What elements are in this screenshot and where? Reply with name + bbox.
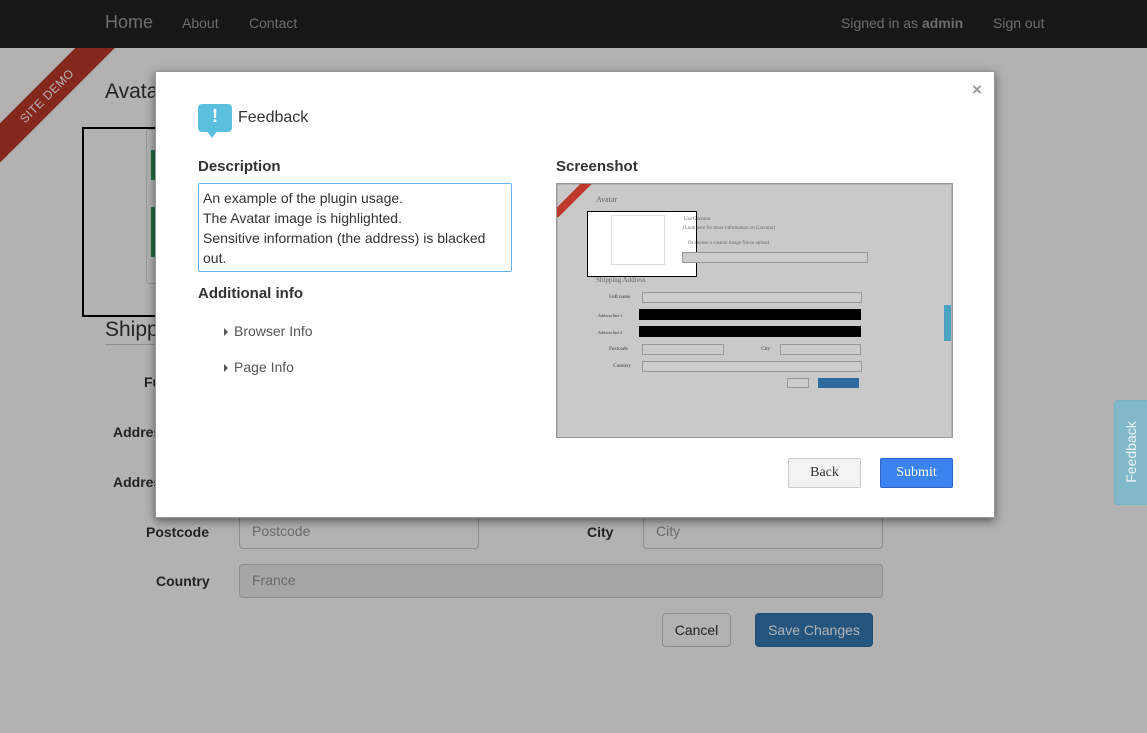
tree-label: Page Info [234, 359, 294, 375]
feedback-modal: × ! Feedback Description An example of t… [155, 71, 995, 518]
preview-full-name-label: Full name [609, 295, 631, 300]
description-line: An example of the plugin usage. [203, 190, 404, 206]
preview-address1-label: Address line 1 [598, 313, 623, 318]
preview-city-field [780, 344, 861, 355]
exclamation-icon: ! [212, 106, 218, 126]
preview-postcode-label: Postcode [609, 347, 628, 352]
description-line: The Avatar image is highlighted. [203, 210, 402, 226]
preview-postcode-field [642, 344, 724, 355]
additional-info-label: Additional info [198, 285, 303, 302]
preview-cancel-button [787, 378, 809, 388]
feedback-icon-tail [206, 130, 218, 138]
submit-button[interactable]: Submit [880, 458, 953, 488]
feedback-tab-label: Feedback [1123, 421, 1139, 483]
preview-country-field [642, 361, 862, 372]
browser-info-toggle[interactable]: Browser Info [224, 323, 313, 339]
description-line: Sensitive information (the address) is b… [203, 230, 486, 266]
screenshot-label: Screenshot [556, 158, 638, 175]
preview-address2-redacted [639, 326, 861, 337]
description-label: Description [198, 158, 281, 175]
preview-city-label: City [761, 347, 771, 352]
preview-gravatar-option: Use Gravatar [684, 217, 711, 222]
screenshot-preview[interactable]: Avatar Use Gravatar (Look here for more … [556, 183, 953, 438]
close-icon[interactable]: × [972, 80, 982, 100]
preview-upload-hint: Or choose a custom image file to upload [688, 241, 769, 246]
description-textarea[interactable]: An example of the plugin usage. The Avat… [198, 183, 512, 272]
preview-address2-label: Address line 2 [598, 330, 623, 335]
preview-full-name-field [642, 292, 862, 303]
page-info-toggle[interactable]: Page Info [224, 359, 294, 375]
preview-save-button [818, 378, 859, 388]
caret-right-icon [224, 364, 228, 373]
preview-country-label: Country [613, 364, 632, 369]
tree-label: Browser Info [234, 323, 313, 339]
preview-shipping-title: Shipping Address [596, 276, 646, 284]
preview-gravatar-hint: (Look here for more information on Grava… [683, 226, 776, 231]
caret-right-icon [224, 328, 228, 337]
preview-avatar-image [611, 215, 665, 265]
preview-canvas: Avatar Use Gravatar (Look here for more … [557, 184, 951, 437]
modal-title: Feedback [238, 109, 309, 126]
preview-avatar-title: Avatar [596, 195, 618, 204]
preview-address1-redacted [639, 309, 861, 320]
preview-feedback-tab [944, 305, 951, 341]
back-button[interactable]: Back [788, 458, 861, 488]
preview-upload-field [682, 252, 868, 263]
